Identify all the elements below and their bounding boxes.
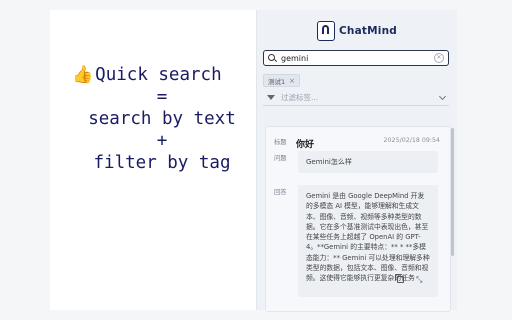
app-name: ChatMind (339, 25, 397, 37)
promo-line-2: = (156, 87, 168, 107)
search-icon (268, 53, 277, 63)
promo-line-1: 👍 Quick search (72, 64, 248, 86)
top-edge (0, 0, 512, 10)
filter-icon (267, 95, 275, 100)
search-box[interactable]: ✕ (263, 50, 449, 66)
thumbs-up-icon: 👍 (72, 65, 94, 85)
filter-placeholder: 过滤标签... (281, 93, 319, 102)
card-date: 2025/02/18 09:54 (383, 137, 440, 144)
clear-search-icon[interactable]: ✕ (434, 53, 444, 63)
left-edge (0, 0, 50, 320)
chevron-down-icon[interactable] (438, 92, 447, 100)
answer-label: 回答 (274, 189, 287, 196)
promo-text: 👍 Quick search = search by text + filter … (72, 64, 248, 174)
right-edge (456, 0, 512, 320)
answer-label-row: 回答 (274, 187, 296, 196)
scrollbar[interactable] (451, 128, 454, 256)
expand-icon[interactable]: ⤡ (416, 276, 422, 284)
card-actions: ⤡ (395, 274, 422, 284)
copy-icon[interactable] (395, 274, 404, 283)
result-card[interactable]: 标题 你好 2025/02/18 09:54 问题 Gemini怎么样 回答 G… (265, 126, 451, 312)
search-input[interactable] (281, 52, 434, 64)
card-title: 你好 (296, 140, 315, 150)
tag-chip-label: 测试1 (268, 77, 286, 86)
extension-panel: ChatMind ✕ 测试1 × 过滤标签... 标题 你好 2025/02/1… (256, 10, 457, 312)
promo-line-5: filter by tag (93, 153, 231, 173)
tag-filter-select[interactable]: 过滤标签... (263, 90, 449, 106)
promo-line-1-text: Quick search (95, 65, 222, 85)
answer-text: Gemini 是由 Google DeepMind 开发的多模态 AI 模型，能… (306, 192, 430, 283)
promo-line-4: + (156, 131, 168, 151)
question-label-row: 问题 (274, 153, 296, 162)
logo-icon (317, 21, 336, 41)
question-label: 问题 (274, 155, 287, 162)
tag-remove-icon[interactable]: × (289, 77, 295, 85)
question-text: Gemini怎么样 (298, 151, 438, 173)
app-logo: ChatMind (257, 18, 457, 44)
tag-chip[interactable]: 测试1 × (263, 74, 301, 87)
title-label: 标题 (274, 139, 287, 146)
card-title-row: 标题 你好 (274, 137, 314, 150)
answer-fade (298, 283, 438, 297)
promo-line-3: search by text (88, 109, 236, 129)
